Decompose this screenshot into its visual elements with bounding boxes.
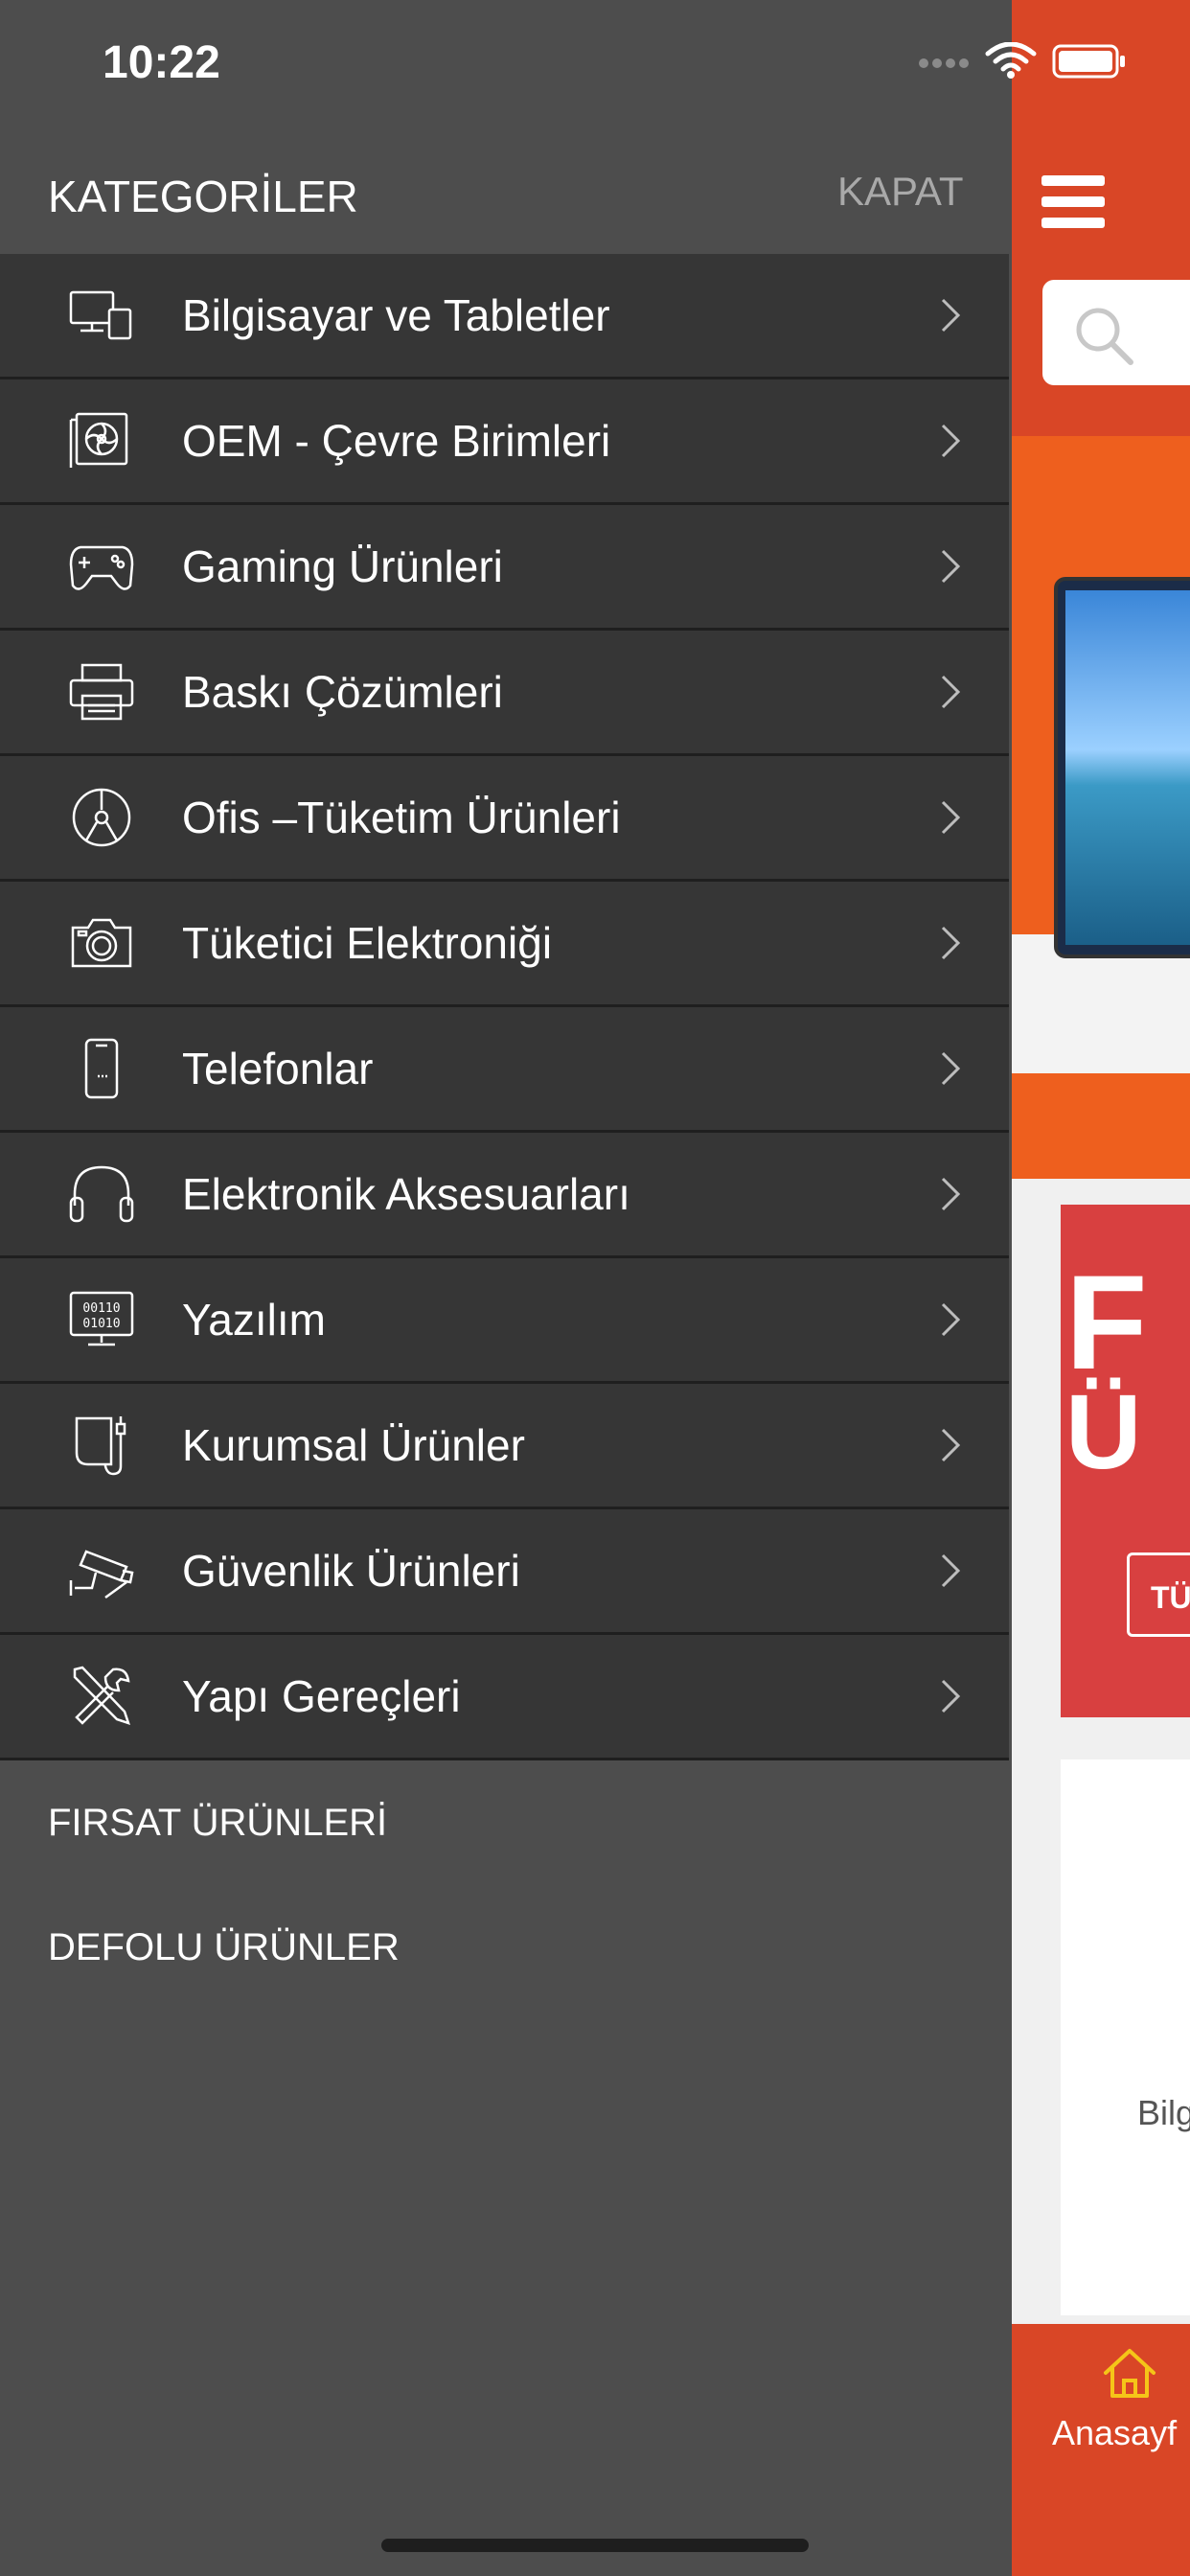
chevron-right-icon: [941, 549, 961, 584]
category-item[interactable]: Bilgisayar ve Tabletler: [0, 254, 1009, 380]
chevron-right-icon: [941, 424, 961, 458]
chevron-right-icon: [941, 1302, 961, 1337]
tools-icon: [73, 1666, 130, 1725]
gamepad-icon: [69, 545, 134, 590]
chevron-right-icon: [941, 298, 961, 333]
tablet-image: [1054, 577, 1190, 958]
background-app: F Ü TÜ Bilg Anasayf: [1012, 0, 1190, 2576]
category-item[interactable]: Gaming Ürünleri: [0, 505, 1009, 631]
category-label: Gaming Ürünleri: [182, 541, 503, 591]
category-list: Bilgisayar ve Tabletler OEM - Çevre Biri…: [0, 254, 1009, 1760]
category-label: Kurumsal Ürünler: [182, 1420, 525, 1470]
battery-icon: [1052, 44, 1125, 79]
category-item[interactable]: Kurumsal Ürünler: [0, 1384, 1009, 1509]
promo-text-line1: F: [1065, 1247, 1148, 1397]
signal-icon: [919, 58, 969, 68]
chevron-right-icon: [941, 1553, 961, 1588]
defective-products-link[interactable]: DEFOLU ÜRÜNLER: [48, 1926, 400, 1969]
headphones-icon: [69, 1165, 134, 1223]
category-item[interactable]: 00110 01010 Yazılım: [0, 1258, 1009, 1384]
security-camera-icon: [69, 1550, 134, 1599]
category-label: Tüketici Elektroniği: [182, 918, 553, 968]
category-label: Elektronik Aksesuarları: [182, 1169, 630, 1219]
chevron-right-icon: [941, 1177, 961, 1211]
category-label: OEM - Çevre Birimleri: [182, 416, 611, 466]
device-cable-icon: [75, 1416, 126, 1476]
category-label: Bilgisayar ve Tabletler: [182, 290, 610, 340]
chevron-right-icon: [941, 1428, 961, 1462]
category-label: Yazılım: [182, 1295, 326, 1345]
home-indicator: [381, 2539, 809, 2552]
software-monitor-icon: 00110 01010: [69, 1291, 134, 1346]
category-item[interactable]: Baskı Çözümleri: [0, 631, 1009, 756]
svg-text:00110: 00110: [82, 1301, 120, 1316]
wifi-icon: [985, 42, 1037, 72]
chevron-right-icon: [941, 675, 961, 709]
search-icon: [1076, 308, 1133, 365]
status-time: 10:22: [103, 37, 220, 88]
deals-link[interactable]: FIRSAT ÜRÜNLERİ: [48, 1802, 387, 1845]
chevron-right-icon: [941, 926, 961, 960]
tab-home-label[interactable]: Anasayf: [1052, 2413, 1177, 2453]
category-item[interactable]: Güvenlik Ürünleri: [0, 1509, 1009, 1635]
chevron-right-icon: [941, 1679, 961, 1714]
categories-drawer: 10:22 KATEGORİLER KAPAT Bilgisayar ve Ta…: [0, 0, 1125, 2576]
hamburger-menu-icon[interactable]: [1041, 175, 1105, 229]
category-item[interactable]: Tüketici Elektroniği: [0, 882, 1009, 1007]
printer-icon: [69, 663, 134, 721]
camera-icon: [71, 918, 132, 968]
promo-text-line2: Ü: [1065, 1373, 1142, 1491]
category-label: Yapı Gereçleri: [182, 1671, 461, 1721]
category-item[interactable]: Telefonlar: [0, 1007, 1009, 1133]
category-label: Telefonlar: [182, 1044, 374, 1093]
chevron-right-icon: [941, 800, 961, 835]
product-card-label: Bilg: [1137, 2093, 1190, 2132]
product-card[interactable]: [1061, 1760, 1190, 2315]
category-item[interactable]: Elektronik Aksesuarları: [0, 1133, 1009, 1258]
close-button[interactable]: KAPAT: [837, 169, 963, 215]
category-label: Güvenlik Ürünleri: [182, 1546, 520, 1596]
status-icons: [919, 42, 1125, 79]
category-label: Baskı Çözümleri: [182, 667, 503, 717]
category-item[interactable]: OEM - Çevre Birimleri: [0, 380, 1009, 505]
drawer-title: KATEGORİLER: [48, 172, 358, 221]
category-label: Ofis –Tüketim Ürünleri: [182, 793, 621, 842]
category-item[interactable]: Yapı Gereçleri: [0, 1635, 1009, 1760]
chevron-right-icon: [941, 1051, 961, 1086]
phone-icon: [84, 1038, 119, 1099]
svg-text:01010: 01010: [82, 1317, 120, 1331]
graphics-card-icon: [69, 412, 128, 468]
disc-icon: [72, 788, 131, 847]
promo-button[interactable]: TÜ: [1127, 1552, 1190, 1637]
computer-tablet-icon: [69, 290, 132, 340]
home-icon[interactable]: [1102, 2346, 1157, 2400]
category-item[interactable]: Ofis –Tüketim Ürünleri: [0, 756, 1009, 882]
